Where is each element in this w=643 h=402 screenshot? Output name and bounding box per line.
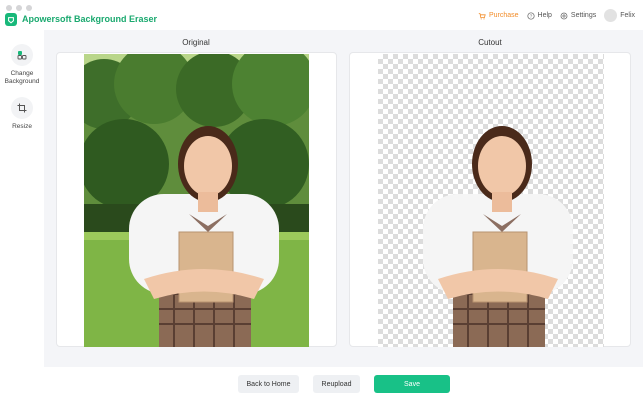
sidebar: Change Background Resize bbox=[0, 30, 44, 402]
change-background-icon bbox=[11, 44, 33, 66]
person-figure bbox=[423, 126, 573, 347]
help-label: Help bbox=[537, 12, 552, 19]
app-window: Apowersoft Background Eraser Purchase ? … bbox=[0, 0, 643, 402]
avatar bbox=[604, 9, 618, 22]
purchase-link[interactable]: Purchase bbox=[478, 12, 519, 20]
svg-text:?: ? bbox=[529, 13, 532, 19]
window-controls bbox=[6, 5, 32, 11]
back-to-home-button[interactable]: Back to Home bbox=[238, 375, 299, 393]
gear-icon bbox=[560, 12, 568, 19]
settings-label: Settings bbox=[570, 12, 597, 19]
user-name: Felix bbox=[620, 12, 635, 19]
close-window-button[interactable] bbox=[6, 5, 12, 11]
reupload-button[interactable]: Reupload bbox=[313, 375, 360, 393]
original-title: Original bbox=[182, 38, 210, 47]
app-title: Apowersoft Background Eraser bbox=[22, 14, 158, 24]
purchase-label: Purchase bbox=[488, 12, 519, 19]
footer-actions: Back to Home Reupload Save bbox=[44, 367, 643, 402]
settings-link[interactable]: Settings bbox=[560, 12, 596, 20]
cutout-title: Cutout bbox=[478, 38, 502, 47]
preview-area: Original Cutout bbox=[44, 30, 643, 367]
cutout-image bbox=[378, 54, 604, 347]
minimize-window-button[interactable] bbox=[16, 5, 22, 11]
crop-icon bbox=[11, 97, 33, 119]
sidebar-item-change-background[interactable]: Change Background bbox=[0, 44, 44, 86]
help-link[interactable]: ? Help bbox=[526, 11, 552, 20]
help-icon: ? bbox=[526, 11, 535, 19]
user-menu[interactable]: Felix bbox=[604, 9, 635, 22]
sidebar-item-label: Resize bbox=[12, 123, 32, 130]
original-panel bbox=[56, 52, 337, 347]
cutout-panel bbox=[349, 52, 631, 347]
sidebar-item-resize[interactable]: Resize bbox=[0, 97, 44, 131]
save-button[interactable]: Save bbox=[374, 375, 450, 393]
cart-icon bbox=[478, 12, 486, 19]
app-logo-icon bbox=[5, 13, 17, 26]
original-image bbox=[84, 54, 309, 347]
header-actions: Purchase ? Help Settings Felix bbox=[478, 9, 635, 22]
sidebar-item-label: Change Background bbox=[4, 70, 40, 85]
maximize-window-button[interactable] bbox=[26, 5, 32, 11]
